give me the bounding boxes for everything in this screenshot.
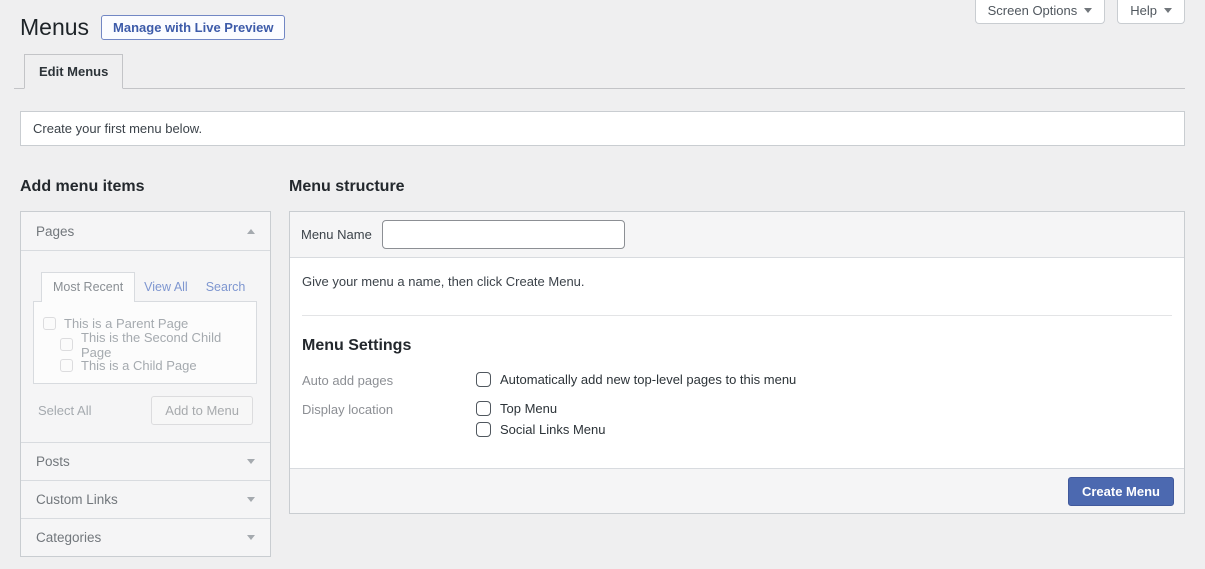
menu-structure-panel: Menu Name Give your menu a name, then cl…: [289, 211, 1185, 514]
accordion-categories-label: Categories: [36, 530, 101, 545]
content-columns: Add menu items Pages Most Recent View Al…: [20, 146, 1185, 557]
pages-filter-tabs: Most Recent View All Search: [41, 272, 257, 301]
add-to-menu-button[interactable]: Add to Menu: [151, 396, 253, 425]
display-location-row: Display location Top Menu Social Links M…: [302, 401, 1172, 437]
tab-search[interactable]: Search: [197, 273, 255, 301]
select-all-link[interactable]: Select All: [38, 403, 91, 418]
add-menu-items-column: Add menu items Pages Most Recent View Al…: [20, 146, 271, 557]
notice-bar: Create your first menu below.: [20, 111, 1185, 146]
accordion-posts-label: Posts: [36, 454, 70, 469]
menu-structure-heading: Menu structure: [289, 178, 1185, 196]
accordion-section-pages[interactable]: Pages: [21, 212, 270, 250]
pages-panel-content: Most Recent View All Search This is a Pa…: [21, 250, 270, 442]
top-menu-checkbox-label: Top Menu: [500, 401, 557, 416]
chevron-down-icon: [247, 535, 255, 540]
page-item-checkbox[interactable]: [43, 317, 56, 330]
chevron-down-icon: [247, 459, 255, 464]
menu-structure-column: Menu structure Menu Name Give your menu …: [289, 146, 1185, 514]
location-social-links-row[interactable]: Social Links Menu: [476, 422, 606, 437]
chevron-down-icon: [247, 497, 255, 502]
page-title: Menus: [20, 15, 89, 40]
chevron-down-icon: [1164, 8, 1172, 13]
location-top-menu-row[interactable]: Top Menu: [476, 401, 606, 416]
page-item-label: This is a Child Page: [81, 358, 197, 373]
pages-checklist: This is a Parent Page This is the Second…: [33, 301, 257, 384]
social-links-checkbox-label: Social Links Menu: [500, 422, 606, 437]
page-item-checkbox[interactable]: [60, 359, 73, 372]
tab-view-all[interactable]: View All: [135, 273, 197, 301]
menu-structure-footer: Create Menu: [290, 468, 1184, 513]
create-menu-button[interactable]: Create Menu: [1068, 477, 1174, 506]
menu-settings-heading: Menu Settings: [302, 337, 1172, 355]
accordion-custom-links-label: Custom Links: [36, 492, 118, 507]
screen-options-button[interactable]: Screen Options: [975, 0, 1106, 24]
menu-name-bar: Menu Name: [290, 212, 1184, 258]
add-menu-items-heading: Add menu items: [20, 178, 271, 196]
help-label: Help: [1130, 3, 1157, 18]
menu-name-input[interactable]: [382, 220, 625, 249]
pages-panel-footer: Select All Add to Menu: [33, 396, 257, 425]
help-button[interactable]: Help: [1117, 0, 1185, 24]
tab-edit-menus[interactable]: Edit Menus: [24, 54, 123, 89]
menu-settings-body: Give your menu a name, then click Create…: [290, 258, 1184, 468]
top-menu-checkbox[interactable]: [476, 401, 491, 416]
display-location-label: Display location: [302, 401, 476, 437]
manage-live-preview-button[interactable]: Manage with Live Preview: [101, 15, 285, 40]
display-location-control: Top Menu Social Links Menu: [476, 401, 606, 437]
notice-text: Create your first menu below.: [33, 121, 202, 136]
screen-meta-links: Screen Options Help: [975, 0, 1185, 24]
auto-add-checkbox[interactable]: [476, 372, 491, 387]
accordion-section-posts[interactable]: Posts: [21, 442, 270, 480]
nav-tab-wrapper: Edit Menus: [14, 54, 1185, 89]
auto-add-pages-label: Auto add pages: [302, 372, 476, 388]
page-checklist-item: This is the Second Child Page: [60, 334, 247, 355]
chevron-up-icon: [247, 229, 255, 234]
accordion-section-custom-links[interactable]: Custom Links: [21, 480, 270, 518]
page-item-label: This is the Second Child Page: [81, 330, 247, 360]
chevron-down-icon: [1084, 8, 1092, 13]
auto-add-pages-row: Auto add pages Automatically add new top…: [302, 372, 1172, 388]
menu-name-label: Menu Name: [301, 227, 372, 242]
page-item-checkbox[interactable]: [60, 338, 73, 351]
auto-add-checkbox-label: Automatically add new top-level pages to…: [500, 372, 796, 387]
tab-most-recent[interactable]: Most Recent: [41, 272, 135, 302]
menu-items-accordion: Pages Most Recent View All Search This i…: [20, 211, 271, 557]
menu-name-hint: Give your menu a name, then click Create…: [302, 274, 1172, 289]
accordion-pages-label: Pages: [36, 224, 74, 239]
auto-add-pages-control: Automatically add new top-level pages to…: [476, 372, 796, 388]
accordion-section-categories[interactable]: Categories: [21, 518, 270, 556]
screen-options-label: Screen Options: [988, 3, 1078, 18]
auto-add-checkbox-row[interactable]: Automatically add new top-level pages to…: [476, 372, 796, 387]
settings-divider: [302, 315, 1172, 316]
social-links-menu-checkbox[interactable]: [476, 422, 491, 437]
